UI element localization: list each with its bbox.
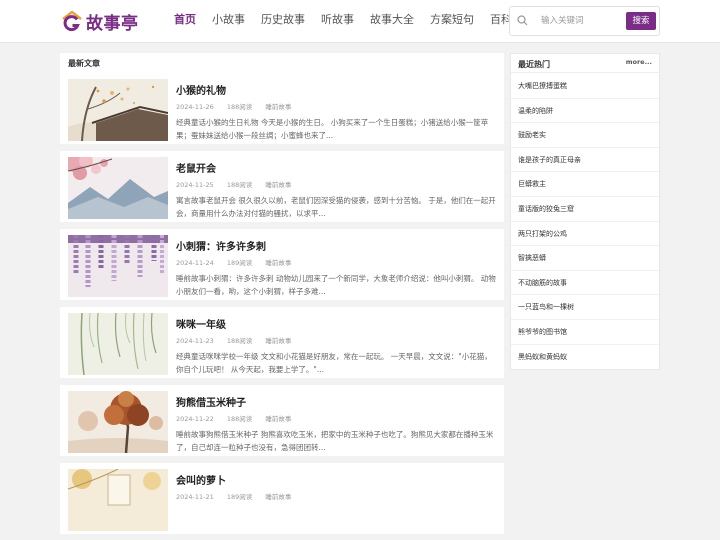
article-date: 2024-11-26 — [176, 103, 214, 111]
site-logo[interactable]: 故事亭 — [61, 9, 139, 34]
article-date: 2024-11-24 — [176, 259, 214, 267]
article-thumbnail[interactable] — [68, 235, 168, 297]
hot-list-item[interactable]: 谁是孩子的真正母亲 — [511, 148, 659, 173]
hot-list-item[interactable]: 童话版的狡兔三窟 — [511, 197, 659, 222]
hot-list-item[interactable]: 熊爷爷的图书馆 — [511, 320, 659, 345]
nav-item-listen-stories[interactable]: 听故事 — [313, 0, 362, 43]
latest-articles-panel: 最新文章 小猴的礼物 2024-11-26 188阅读 睡前故事 经典童话小猴的… — [60, 53, 504, 540]
article-item[interactable]: 咪咪一年级 2024-11-23 188阅读 睡前故事 经典童话咪咪学校一年级 … — [60, 307, 504, 385]
article-category[interactable]: 睡前故事 — [265, 259, 291, 267]
article-category[interactable]: 睡前故事 — [265, 337, 291, 345]
article-date: 2024-11-22 — [176, 415, 214, 423]
article-title[interactable]: 会叫的萝卜 — [176, 472, 226, 487]
article-meta: 2024-11-22 188阅读 睡前故事 — [176, 413, 302, 423]
article-category[interactable]: 睡前故事 — [265, 181, 291, 189]
article-thumbnail[interactable] — [68, 157, 168, 219]
article-meta: 2024-11-21 189阅读 睡前故事 — [176, 491, 302, 501]
hot-list-item[interactable]: 大嘴巴撩搏蛋糕 — [511, 74, 659, 99]
more-link[interactable]: more... — [626, 58, 652, 66]
hot-list-item[interactable]: 不动脑筋的故事 — [511, 271, 659, 296]
article-date: 2024-11-21 — [176, 493, 214, 501]
article-title[interactable]: 狗熊借玉米种子 — [176, 394, 246, 409]
hot-list-header: 最近热门 more... — [511, 54, 659, 73]
article-thumbnail[interactable] — [68, 391, 168, 453]
nav-item-phrases[interactable]: 方案短句 — [422, 0, 482, 43]
article-item[interactable]: 老鼠开会 2024-11-25 188阅读 睡前故事 寓言故事老鼠开会 很久很久… — [60, 151, 504, 229]
article-meta: 2024-11-25 188阅读 睡前故事 — [176, 179, 302, 189]
nav-item-story-collection[interactable]: 故事大全 — [362, 0, 422, 43]
article-views: 189阅读 — [226, 259, 253, 267]
search-icon — [517, 15, 528, 26]
site-header: 故事亭 首页 小故事 历史故事 听故事 故事大全 方案短句 百科问答 搜索 — [0, 0, 720, 43]
search-input[interactable] — [531, 11, 626, 31]
hot-list-item[interactable]: 黑蚂蚁和黄蚂蚁 — [511, 345, 659, 370]
article-title[interactable]: 小猴的礼物 — [176, 82, 226, 97]
article-summary — [176, 506, 498, 532]
hot-list-item[interactable]: 两只打架的公鸡 — [511, 222, 659, 247]
article-thumbnail[interactable] — [68, 313, 168, 375]
article-meta: 2024-11-23 188阅读 睡前故事 — [176, 335, 302, 345]
search-button[interactable]: 搜索 — [626, 12, 656, 30]
article-date: 2024-11-25 — [176, 181, 214, 189]
site-name: 故事亭 — [86, 13, 139, 34]
article-views: 188阅读 — [226, 337, 253, 345]
hot-list-item[interactable]: 一只蓝鸟和一棵树 — [511, 295, 659, 320]
article-item[interactable]: 狗熊借玉米种子 2024-11-22 188阅读 睡前故事 睡前故事狗熊借玉米种… — [60, 385, 504, 463]
article-views: 188阅读 — [226, 415, 253, 423]
article-meta: 2024-11-26 188阅读 睡前故事 — [176, 101, 302, 111]
article-title[interactable]: 老鼠开会 — [176, 160, 216, 175]
article-title[interactable]: 咪咪一年级 — [176, 316, 226, 331]
main-nav: 首页 小故事 历史故事 听故事 故事大全 方案短句 百科问答 — [166, 0, 542, 43]
section-title: 最新文章 — [68, 59, 100, 68]
article-views: 188阅读 — [226, 103, 253, 111]
nav-item-home[interactable]: 首页 — [166, 0, 204, 43]
logo-mark-icon — [62, 10, 82, 32]
article-summary: 经典童话小猴的生日礼物 今天是小猴的生日。 小狗买来了一个生日蛋糕；小猪送给小猴… — [176, 118, 489, 140]
hot-list: 大嘴巴撩搏蛋糕 温柔的陷阱 鼓励老实 谁是孩子的真正母亲 巨蟒救主 童话版的狡兔… — [511, 74, 659, 369]
article-summary: 经典童话咪咪学校一年级 文文和小花猫是好朋友，常在一起玩。 一天早晨，文文说："… — [176, 352, 492, 374]
article-summary: 寓言故事老鼠开会 很久很久以前，老鼠们因深受猫的侵袭，感到十分苦恼。 于是，他们… — [176, 196, 496, 218]
hot-list-panel: 最近热门 more... 大嘴巴撩搏蛋糕 温柔的陷阱 鼓励老实 谁是孩子的真正母… — [510, 53, 660, 370]
article-views: 188阅读 — [226, 181, 253, 189]
hot-list-item[interactable]: 鼓励老实 — [511, 123, 659, 148]
hot-list-title: 最近热门 — [518, 60, 550, 69]
nav-item-history-stories[interactable]: 历史故事 — [253, 0, 313, 43]
article-thumbnail[interactable] — [68, 469, 168, 531]
article-meta: 2024-11-24 189阅读 睡前故事 — [176, 257, 302, 267]
article-title[interactable]: 小刺猬：许多许多刺 — [176, 238, 266, 253]
hot-list-item[interactable]: 巨蟒救主 — [511, 172, 659, 197]
hot-list-item[interactable]: 温柔的陷阱 — [511, 99, 659, 124]
article-thumbnail[interactable] — [68, 79, 168, 141]
article-category[interactable]: 睡前故事 — [265, 103, 291, 111]
search-box: 搜索 — [509, 6, 660, 36]
article-category[interactable]: 睡前故事 — [265, 493, 291, 501]
article-date: 2024-11-23 — [176, 337, 214, 345]
nav-item-short-stories[interactable]: 小故事 — [204, 0, 253, 43]
article-item[interactable]: 小猴的礼物 2024-11-26 188阅读 睡前故事 经典童话小猴的生日礼物 … — [60, 73, 504, 151]
article-list: 小猴的礼物 2024-11-26 188阅读 睡前故事 经典童话小猴的生日礼物 … — [60, 73, 504, 540]
article-views: 189阅读 — [226, 493, 253, 501]
article-summary: 睡前故事小刺猬：许多许多刺 动物幼儿园来了一个新同学，大象老师介绍说：他叫小刺猬… — [176, 274, 496, 296]
article-summary: 睡前故事狗熊借玉米种子 狗熊喜欢吃玉米，把家中的玉米种子也吃了。狗熊见大家都在播… — [176, 430, 494, 452]
article-item[interactable]: 小刺猬：许多许多刺 2024-11-24 189阅读 睡前故事 睡前故事小刺猬：… — [60, 229, 504, 307]
hot-list-item[interactable]: 智擒恶蟒 — [511, 246, 659, 271]
article-item[interactable]: 会叫的萝卜 2024-11-21 189阅读 睡前故事 — [60, 463, 504, 540]
article-category[interactable]: 睡前故事 — [265, 415, 291, 423]
